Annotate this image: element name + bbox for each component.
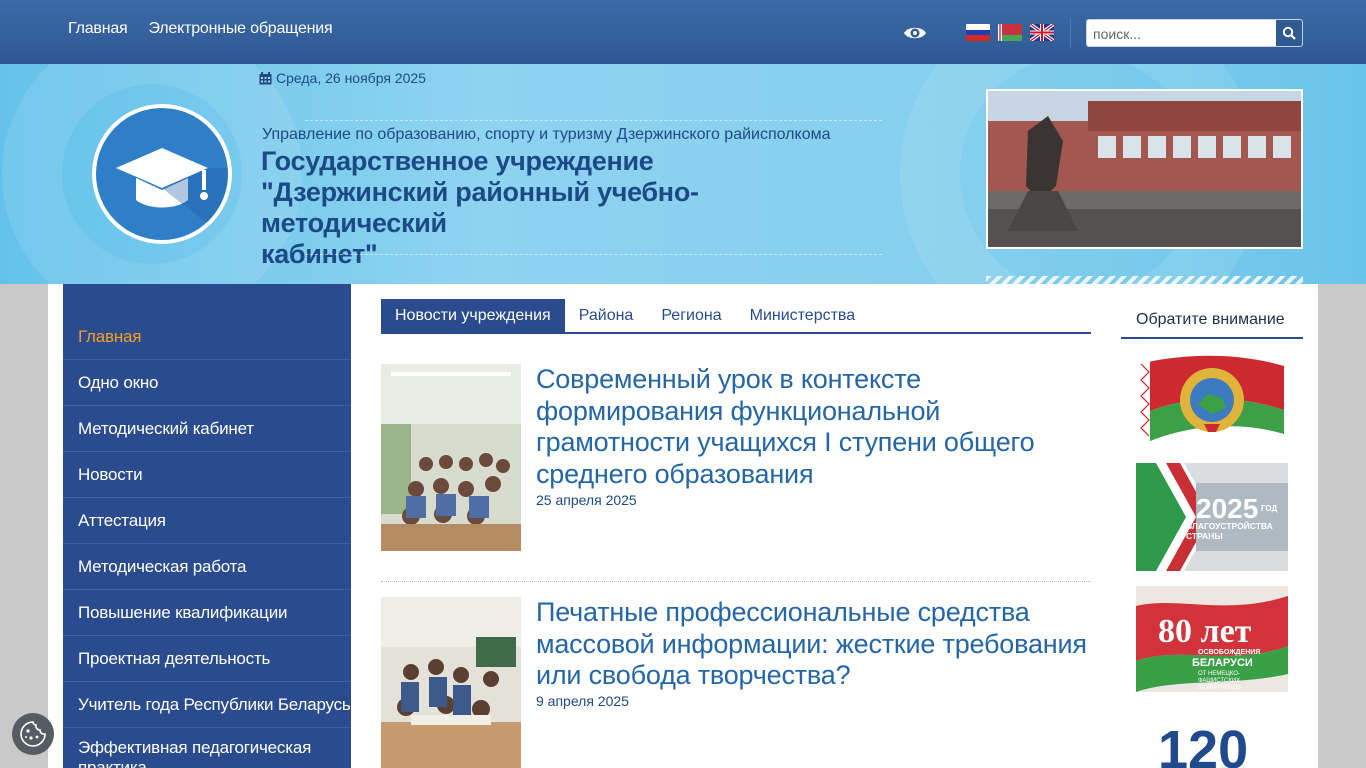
uk-flag-icon[interactable] (1030, 24, 1054, 41)
banner-god: ГОД (1261, 504, 1278, 513)
search-box (1086, 19, 1303, 47)
attention-heading: Обратите внимание (1121, 300, 1303, 339)
banner-line: ЗАХВАТЧИКОВ (1198, 685, 1241, 691)
header-divider (305, 254, 882, 255)
search-button[interactable] (1276, 20, 1302, 46)
calendar-icon (259, 71, 272, 84)
cookie-settings-button[interactable] (12, 713, 54, 755)
news-title-link[interactable]: Современный урок в контексте формировани… (536, 364, 1096, 490)
sidebar-item-effective-practice[interactable]: Эффективная педагогическая практика (63, 728, 351, 768)
tab-institution-news[interactable]: Новости учреждения (381, 299, 565, 332)
building-photo (986, 89, 1303, 249)
search-icon (1282, 26, 1296, 40)
sidebar-item-one-window[interactable]: Одно окно (63, 360, 351, 406)
sidebar-item-news[interactable]: Новости (63, 452, 351, 498)
news-title-link[interactable]: Печатные профессиональные средства массо… (536, 597, 1096, 692)
header-divider (305, 120, 882, 121)
news-item: Печатные профессиональные средства массо… (381, 597, 1091, 768)
title-line: Государственное учреждение (261, 146, 654, 176)
sidebar-item-attestation[interactable]: Аттестация (63, 498, 351, 544)
topbar-divider (1070, 18, 1071, 48)
anniversary-120-banner[interactable]: 120 (1136, 710, 1288, 768)
banner-line: ФАШИСТСКИХ (1198, 678, 1240, 684)
tab-district[interactable]: Района (565, 299, 648, 332)
banner-line: ОСВОБОЖДЕНИЯ (1198, 649, 1260, 656)
language-switcher (966, 24, 1054, 41)
belarus-emblem-banner[interactable] (1136, 354, 1288, 446)
eye-icon[interactable] (903, 22, 927, 44)
sidebar-item-methodical-office[interactable]: Методический кабинет (63, 406, 351, 452)
banner-line: БЛАГОУСТРОЙСТВА (1186, 520, 1273, 531)
topnav-appeals-link[interactable]: Электронные обращения (149, 20, 333, 38)
header-subtitle: Управление по образованию, спорту и тури… (262, 126, 831, 143)
tab-region[interactable]: Региона (647, 299, 735, 332)
news-date: 25 апреля 2025 (536, 492, 637, 508)
graduation-cap-icon (96, 108, 228, 240)
cookie-icon (20, 721, 46, 747)
news-thumbnail[interactable] (381, 364, 521, 551)
news-separator (381, 581, 1091, 582)
news-date: 9 апреля 2025 (536, 693, 629, 709)
year-2025-banner[interactable]: 2025 ГОД БЛАГОУСТРОЙСТВА СТРАНЫ (1136, 463, 1288, 571)
sidebar-item-projects[interactable]: Проектная деятельность (63, 636, 351, 682)
news-tabs: Новости учреждения Района Региона Минист… (381, 299, 1091, 334)
topnav-home-link[interactable]: Главная (68, 20, 128, 38)
banner-line: ОТ НЕМЕЦКО- (1198, 671, 1240, 677)
banner-line: СТРАНЫ (1186, 531, 1223, 541)
top-bar: Главная Электронные обращения (0, 0, 1366, 64)
sidebar-item-home[interactable]: Главная (63, 314, 351, 360)
sidebar-menu: Главная Одно окно Методический кабинет Н… (63, 284, 351, 768)
site-logo[interactable] (92, 104, 232, 244)
news-item: Современный урок в контексте формировани… (381, 364, 1091, 554)
banner-number: 120 (1158, 720, 1248, 768)
banner-big-text: 80 лет (1158, 613, 1252, 650)
tab-ministry[interactable]: Министерства (736, 299, 870, 332)
sidebar-item-methodical-work[interactable]: Методическая работа (63, 544, 351, 590)
belarus-flag-icon[interactable] (998, 24, 1022, 41)
header-stripes (986, 276, 1303, 284)
news-thumbnail[interactable] (381, 597, 521, 768)
current-date: Среда, 26 ноября 2025 (259, 70, 426, 86)
russia-flag-icon[interactable] (966, 24, 990, 41)
title-line: "Дзержинский районный учебно-методически… (261, 177, 699, 238)
sidebar-item-qualification[interactable]: Повышение квалификации (63, 590, 351, 636)
banner-line: БЕЛАРУСИ (1192, 657, 1253, 669)
banner-year: 2025 (1196, 493, 1258, 524)
top-nav: Главная Электронные обращения (68, 20, 333, 38)
site-header: Среда, 26 ноября 2025 Управление по обра… (0, 64, 1366, 284)
sidebar-item-teacher-of-year[interactable]: Учитель года Республики Беларусь (63, 682, 351, 728)
search-input[interactable] (1093, 24, 1273, 44)
header-title: Государственное учреждение "Дзержинский … (261, 146, 871, 270)
liberation-80-banner[interactable]: 80 лет ОСВОБОЖДЕНИЯ БЕЛАРУСИ ОТ НЕМЕЦКО-… (1136, 586, 1288, 692)
date-text: Среда, 26 ноября 2025 (276, 70, 426, 86)
